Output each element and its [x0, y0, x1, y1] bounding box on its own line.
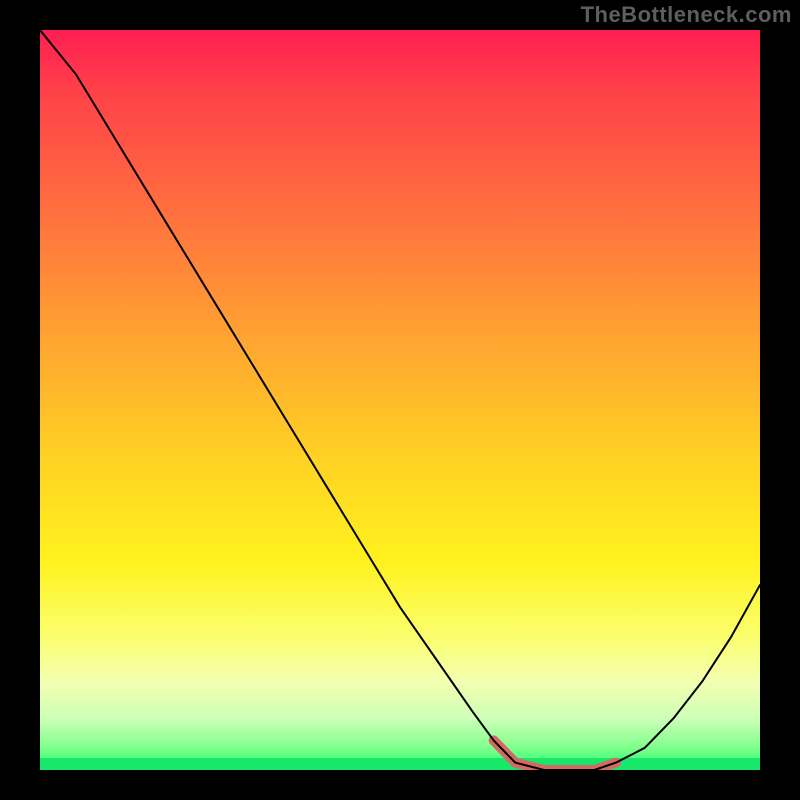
chart-stage: TheBottleneck.com [0, 0, 800, 800]
plot-area [40, 30, 760, 770]
curve-svg [40, 30, 760, 770]
attribution-text: TheBottleneck.com [581, 2, 792, 28]
bottleneck-curve [40, 30, 760, 770]
optimal-range-highlight [494, 740, 616, 770]
